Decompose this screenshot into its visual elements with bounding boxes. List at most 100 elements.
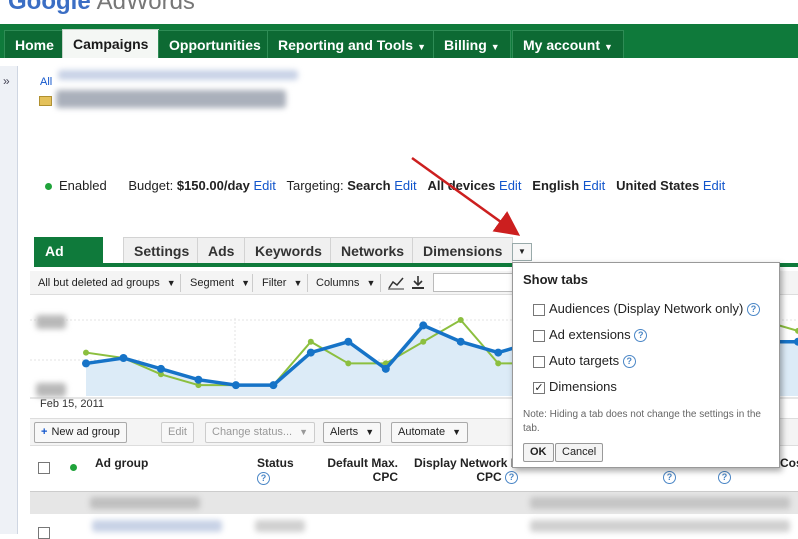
tab-label: Keywords (255, 243, 322, 259)
data-point[interactable] (419, 321, 428, 330)
network-value: Search (347, 178, 391, 193)
data-point[interactable] (494, 348, 503, 357)
nav-tab-label: Opportunities (169, 37, 261, 53)
checkbox-checked[interactable]: ✓ (533, 381, 545, 394)
edit-location-link[interactable]: Edit (703, 178, 725, 193)
nav-tab-label: Billing (444, 37, 487, 53)
option-auto-targets[interactable]: Auto targets ? (533, 353, 636, 369)
nav-tab-reporting-and-tools[interactable]: Reporting and Tools ▼ (267, 30, 437, 58)
show-tabs-dropdown-button[interactable]: ▼ (512, 243, 532, 261)
edit-button[interactable]: Edit (161, 422, 194, 443)
tab-dimensions[interactable]: Dimensions (412, 237, 514, 263)
help-icon[interactable]: ? (622, 355, 636, 369)
new-ad-group-button[interactable]: + New ad group (34, 422, 127, 443)
column-display-network-max-cpc[interactable]: Display Network M CPC ? (414, 456, 518, 485)
button-label: New ad group (51, 426, 120, 438)
cancel-button[interactable]: Cancel (555, 443, 604, 462)
data-point[interactable] (231, 381, 240, 390)
help-icon[interactable]: ? (634, 329, 648, 343)
nav-tab-label: Home (15, 37, 54, 53)
data-point[interactable] (194, 375, 203, 384)
data-point[interactable] (83, 349, 89, 356)
help-icon[interactable]: ? (746, 303, 760, 317)
column-label: Cos (780, 456, 798, 470)
edit-language-link[interactable]: Edit (583, 178, 605, 193)
column-ad-group[interactable]: Ad group (95, 456, 148, 470)
help-icon[interactable]: ? (663, 470, 676, 485)
option-label: Auto targets (549, 353, 620, 368)
totals-row (30, 492, 798, 514)
view-filter-dropdown[interactable]: All but deleted ad groups ▼ (38, 277, 176, 289)
filter-dropdown[interactable]: Filter ▼ (262, 277, 302, 289)
data-point[interactable] (119, 354, 128, 362)
breadcrumb-all-link[interactable]: All (40, 76, 52, 88)
data-point[interactable] (457, 317, 464, 323)
location-value: United States (616, 178, 700, 193)
segment-dropdown[interactable]: Segment ▼ (190, 277, 250, 289)
button-label: Change status... (212, 426, 293, 438)
nav-tab-opportunities[interactable]: Opportunities (158, 30, 272, 58)
column-default-max-cpc[interactable]: Default Max. CPC (320, 456, 398, 484)
help-icon[interactable]: ? (257, 472, 270, 486)
data-point[interactable] (420, 338, 427, 345)
nav-tab-home[interactable]: Home (4, 30, 65, 58)
nav-tab-label: Reporting and Tools (278, 37, 414, 53)
automate-dropdown[interactable]: Automate ▼ (391, 422, 469, 443)
chevron-down-icon: ▼ (604, 42, 613, 52)
select-all-checkbox[interactable] (38, 460, 50, 474)
columns-dropdown[interactable]: Columns ▼ (316, 277, 375, 289)
option-dimensions[interactable]: ✓ Dimensions (533, 379, 617, 394)
ok-button[interactable]: OK (523, 443, 554, 462)
nav-tab-campaigns[interactable]: Campaigns (62, 29, 160, 58)
chevron-down-icon: ▼ (299, 427, 309, 437)
nav-tab-my-account[interactable]: My account ▼ (512, 30, 624, 58)
data-point[interactable] (344, 337, 353, 346)
download-icon[interactable] (411, 275, 425, 290)
data-point[interactable] (456, 337, 465, 346)
column-cost[interactable]: Cos (780, 456, 798, 470)
row-checkbox[interactable] (38, 524, 50, 539)
option-label: Audiences (Display Network only) (549, 301, 744, 316)
tab-ad-groups[interactable]: Ad groups (34, 237, 104, 285)
data-point[interactable] (345, 360, 352, 367)
enabled-status-icon (70, 464, 77, 472)
segment-label: Segment (190, 277, 235, 289)
button-label: OK (530, 446, 547, 458)
adwords-logo[interactable]: Google AdWords (8, 0, 195, 16)
expand-sidebar-icon[interactable]: » (3, 74, 10, 88)
alerts-dropdown[interactable]: Alerts ▼ (323, 422, 382, 443)
checkbox-box[interactable] (533, 303, 545, 316)
tab-keywords[interactable]: Keywords (244, 237, 333, 263)
option-label: Ad extensions (549, 327, 631, 342)
data-point[interactable] (381, 364, 390, 373)
column-status[interactable]: Status? (257, 456, 294, 486)
help-icon[interactable]: ? (505, 471, 518, 485)
data-point[interactable] (269, 381, 278, 390)
data-point[interactable] (156, 364, 165, 373)
tab-label: Dimensions (423, 243, 503, 259)
option-audiences[interactable]: Audiences (Display Network only) ? (533, 301, 760, 317)
tab-label: Ads (208, 243, 235, 259)
data-point[interactable] (495, 360, 502, 367)
option-label: Dimensions (549, 379, 617, 394)
data-point[interactable] (306, 348, 315, 357)
option-ad-extensions[interactable]: Ad extensions ? (533, 327, 648, 343)
change-status-dropdown[interactable]: Change status... ▼ (205, 422, 315, 443)
toolbar-divider (252, 274, 253, 292)
redacted-axis-label (36, 383, 66, 397)
data-point[interactable] (307, 338, 314, 345)
help-icon[interactable]: ? (718, 470, 731, 485)
tab-settings[interactable]: Settings (123, 237, 201, 263)
nav-tab-billing[interactable]: Billing ▼ (433, 30, 511, 58)
edit-budget-link[interactable]: Edit (253, 178, 275, 193)
checkbox-box[interactable] (533, 329, 545, 342)
campaign-status-line: Enabled Budget: $150.00/day Edit Targeti… (45, 178, 725, 193)
tab-ads[interactable]: Ads (197, 237, 246, 263)
column-label: Default Max. (327, 456, 398, 470)
button-label: Cancel (562, 446, 597, 458)
data-point[interactable] (82, 359, 90, 368)
graph-icon[interactable] (388, 276, 404, 290)
column-label: Display Network M (414, 456, 518, 470)
checkbox-box[interactable] (533, 355, 545, 368)
tab-networks[interactable]: Networks (330, 237, 416, 263)
